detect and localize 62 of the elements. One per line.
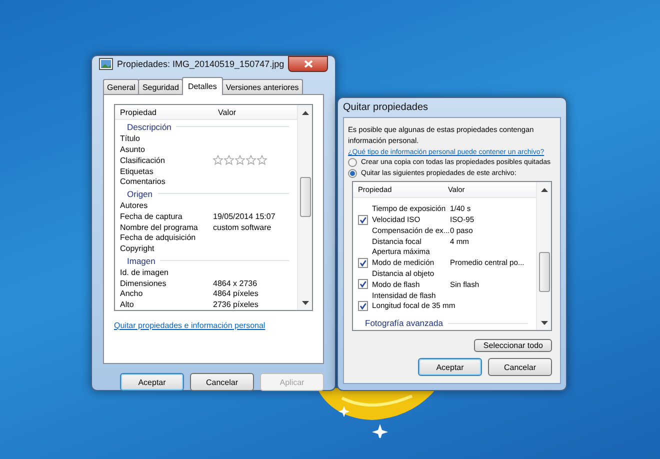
property-name: Título — [119, 134, 142, 144]
image-file-icon — [99, 58, 113, 70]
checkbox[interactable] — [358, 279, 368, 290]
checkbox[interactable] — [358, 258, 368, 268]
property-name: Etiquetas — [119, 166, 154, 176]
cancel-button[interactable]: Cancelar — [488, 358, 552, 376]
property-value: 4864 x 2736 — [213, 278, 258, 288]
close-icon[interactable] — [304, 60, 313, 68]
property-name: Dimensiones — [119, 278, 168, 288]
property-name: Id. de imagen — [119, 268, 170, 278]
checkbox[interactable] — [358, 214, 368, 225]
property-name: Comentarios — [119, 177, 166, 186]
star-icon[interactable] — [235, 155, 245, 166]
star-icon[interactable] — [257, 155, 267, 166]
radio-button[interactable] — [348, 158, 357, 167]
scroll-up-icon[interactable] — [540, 188, 548, 192]
property-value: 19/05/2014 15:07 — [213, 212, 276, 221]
window-title: Quitar propiedades — [343, 102, 428, 113]
scrollbar[interactable] — [297, 105, 312, 310]
radio-button[interactable] — [348, 168, 357, 178]
property-name: Copyright — [119, 244, 156, 253]
property-list[interactable] — [114, 104, 313, 311]
checkbox[interactable] — [358, 300, 368, 311]
group-heading: Origen — [127, 188, 153, 199]
remove-properties-link[interactable]: Quitar propiedades e información personal — [114, 321, 266, 330]
star-icon[interactable] — [246, 155, 256, 166]
tab[interactable]: General — [103, 79, 140, 94]
property-name: Ancho — [119, 289, 144, 298]
column-header[interactable]: Valor — [213, 108, 236, 117]
group-heading: Descripción — [127, 122, 172, 132]
scroll-down-icon[interactable] — [302, 300, 308, 305]
ok-button[interactable]: Aceptar — [418, 358, 482, 376]
star-icon[interactable] — [224, 155, 234, 166]
select-all-button[interactable]: Seleccionar todo — [474, 339, 552, 352]
column-header[interactable]: Propiedad — [115, 108, 213, 117]
property-value: custom software — [213, 222, 272, 232]
close-button[interactable] — [288, 56, 328, 72]
tab[interactable]: Seguridad — [138, 79, 183, 94]
window-title: Propiedades: IMG_20140519_150747.jpg — [116, 59, 284, 69]
property-name: Nombre del programa — [119, 222, 199, 232]
star-icon[interactable] — [213, 155, 223, 166]
property-name: Alto — [119, 300, 135, 310]
property-name: Fecha de adquisición — [119, 233, 197, 242]
tab[interactable]: Versiones anteriores — [222, 79, 303, 94]
scroll-up-icon[interactable] — [302, 111, 308, 115]
ok-button[interactable]: Aceptar — [120, 373, 184, 391]
cancel-button[interactable]: Cancelar — [190, 373, 254, 391]
scrollbar-thumb[interactable] — [300, 177, 310, 218]
property-value: 4864 píxeles — [213, 289, 258, 298]
scrollbar-thumb[interactable] — [538, 252, 550, 292]
tab[interactable]: Detalles — [182, 77, 223, 95]
property-list[interactable] — [352, 181, 552, 332]
group-heading: Imagen — [127, 256, 156, 266]
property-name: Fecha de captura — [119, 212, 184, 221]
star-rating[interactable] — [213, 155, 267, 166]
property-name: Autores — [119, 201, 149, 210]
property-name: Clasificación — [119, 156, 166, 165]
scroll-down-icon[interactable] — [540, 321, 548, 326]
property-value: 2736 píxeles — [213, 300, 258, 310]
group-heading: Fotografía avanzada — [365, 318, 443, 328]
property-name: Asunto — [119, 145, 146, 154]
scrollbar[interactable] — [536, 182, 551, 330]
